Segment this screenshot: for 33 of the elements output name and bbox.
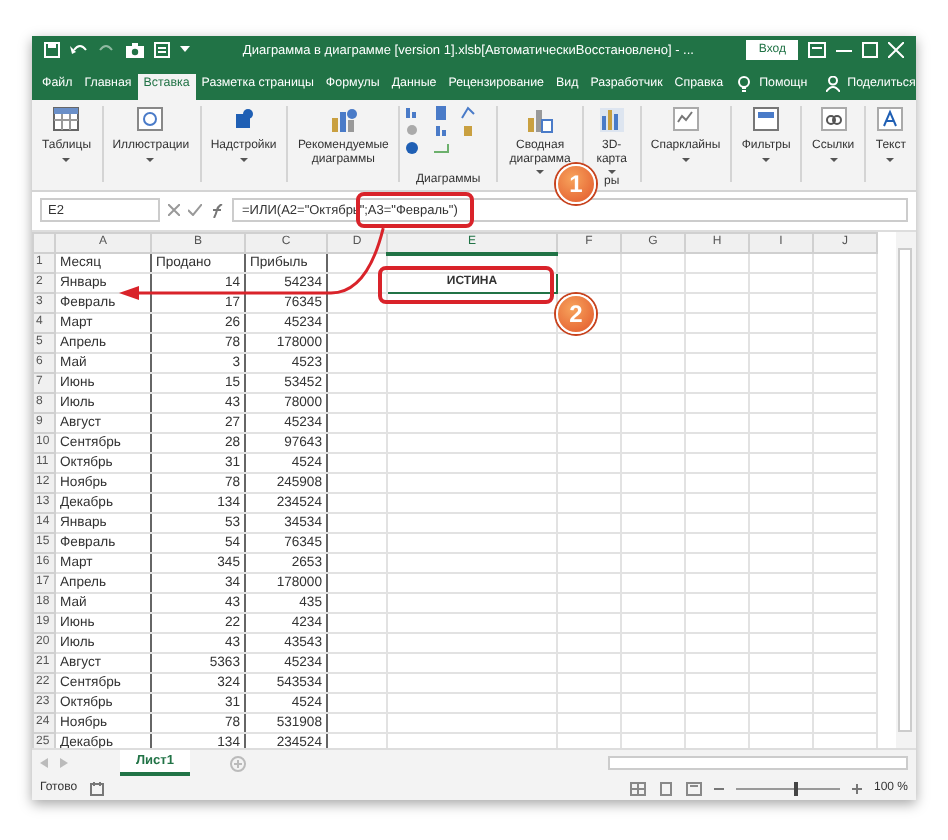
zoom-out-button[interactable] — [713, 783, 724, 794]
normal-view-icon[interactable] — [629, 781, 646, 796]
zoom-in-button[interactable] — [851, 783, 862, 794]
form-icon[interactable] — [154, 42, 170, 59]
cancel-icon[interactable] — [168, 204, 180, 217]
pivot-chart-icon — [526, 105, 555, 134]
page-break-icon[interactable] — [685, 781, 702, 796]
maximize-icon[interactable] — [862, 42, 878, 59]
bar-chart-icon — [597, 105, 626, 134]
ribbon-display-icon[interactable] — [808, 42, 826, 59]
text-icon — [876, 105, 905, 134]
macro-record-icon[interactable] — [89, 781, 104, 796]
save-icon[interactable] — [44, 42, 60, 59]
shapes-icon — [136, 105, 165, 134]
slicer-icon — [752, 105, 781, 134]
lightbulb-icon[interactable] — [737, 75, 750, 92]
chart-icon — [329, 105, 358, 134]
camera-icon[interactable] — [126, 42, 144, 59]
callout-number: 2 — [556, 294, 596, 334]
scrollbar[interactable] — [898, 247, 912, 733]
confirm-icon[interactable] — [188, 204, 202, 217]
callout-number: 1 — [556, 164, 596, 204]
caret-icon[interactable] — [180, 46, 190, 55]
page-layout-icon[interactable] — [657, 781, 674, 796]
link-icon — [819, 105, 848, 134]
function-icon[interactable] — [210, 203, 224, 218]
undo-icon[interactable] — [70, 42, 88, 59]
close-icon[interactable] — [888, 42, 904, 59]
table-icon — [52, 105, 81, 134]
sparkline-icon — [671, 105, 700, 134]
scrollbar[interactable] — [608, 756, 908, 771]
slider-thumb[interactable] — [793, 781, 798, 796]
person-icon[interactable] — [825, 75, 840, 92]
